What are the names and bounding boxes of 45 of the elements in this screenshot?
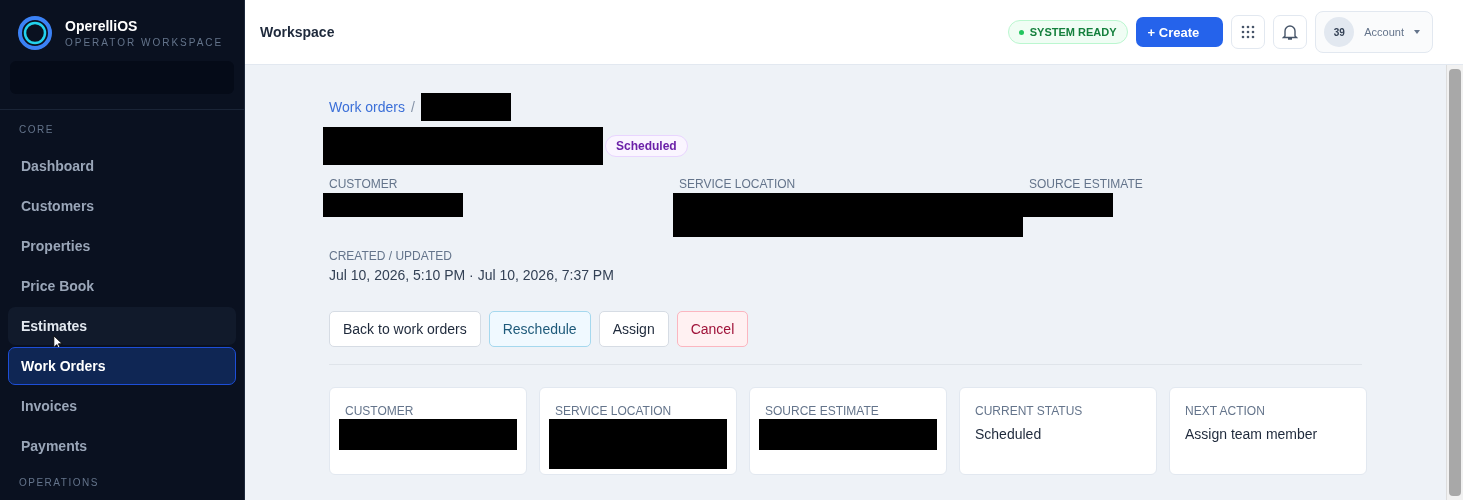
- apps-button[interactable]: [1231, 15, 1266, 49]
- account-avatar: 39: [1324, 17, 1355, 47]
- account-menu[interactable]: 39 Account: [1315, 11, 1433, 53]
- grid-icon: [1241, 25, 1256, 39]
- notifications-button[interactable]: [1273, 15, 1308, 49]
- scrollbar[interactable]: [1446, 65, 1463, 500]
- card-label: SOURCE ESTIMATE: [765, 404, 880, 418]
- detail-label: CUSTOMER: [329, 177, 399, 191]
- action-button[interactable]: Reschedule: [488, 311, 591, 347]
- section-label: OPERATIONS: [18, 476, 100, 490]
- brand-subtitle: OPERATOR WORKSPACE: [65, 37, 224, 48]
- action-button[interactable]: Cancel: [676, 311, 749, 347]
- logo-icon: [17, 15, 53, 51]
- card-label: CUSTOMER: [345, 404, 415, 418]
- detail-label: SOURCE ESTIMATE: [1029, 177, 1144, 191]
- sidebar-item[interactable]: Price Book: [8, 267, 236, 305]
- card-label: NEXT ACTION: [1185, 404, 1266, 418]
- detail-label: CREATED / UPDATED: [329, 249, 453, 263]
- status-badge: Scheduled: [605, 135, 688, 157]
- card-value: Scheduled: [975, 426, 1043, 442]
- card-value: Assign team member: [1185, 426, 1319, 442]
- brand-name: OperelliOS: [65, 18, 139, 34]
- breadcrumb-separator: /: [411, 99, 415, 115]
- section-label: CORE: [18, 123, 55, 137]
- sidebar-item[interactable]: Dashboard: [8, 147, 236, 185]
- sidebar-item[interactable]: Estimates: [8, 307, 236, 345]
- detail-label: SERVICE LOCATION: [679, 177, 797, 191]
- create-button[interactable]: + Create: [1135, 17, 1224, 47]
- sidebar-item[interactable]: Properties: [8, 227, 236, 265]
- action-button[interactable]: Back to work orders: [329, 311, 481, 347]
- status-pill: SYSTEM READY: [1007, 20, 1128, 44]
- card-label: SERVICE LOCATION: [555, 404, 673, 418]
- notification-bell-icon: [1282, 23, 1299, 41]
- action-button[interactable]: Assign: [598, 311, 669, 347]
- sidebar-item[interactable]: Payments: [8, 427, 236, 465]
- breadcrumb-link[interactable]: Work orders: [329, 99, 405, 115]
- account-label: Account: [1364, 26, 1404, 38]
- cursor-icon: [53, 335, 63, 350]
- card-label: CURRENT STATUS: [975, 404, 1084, 418]
- sidebar-item[interactable]: Invoices: [8, 387, 236, 425]
- sidebar-item[interactable]: Customers: [8, 187, 236, 225]
- sidebar-item[interactable]: Work Orders: [8, 347, 236, 385]
- caret-icon: [1414, 30, 1420, 34]
- detail-value: Jul 10, 2026, 5:10 PM · Jul 10, 2026, 7:37 PM: [329, 267, 615, 283]
- page-title: Workspace: [260, 24, 335, 40]
